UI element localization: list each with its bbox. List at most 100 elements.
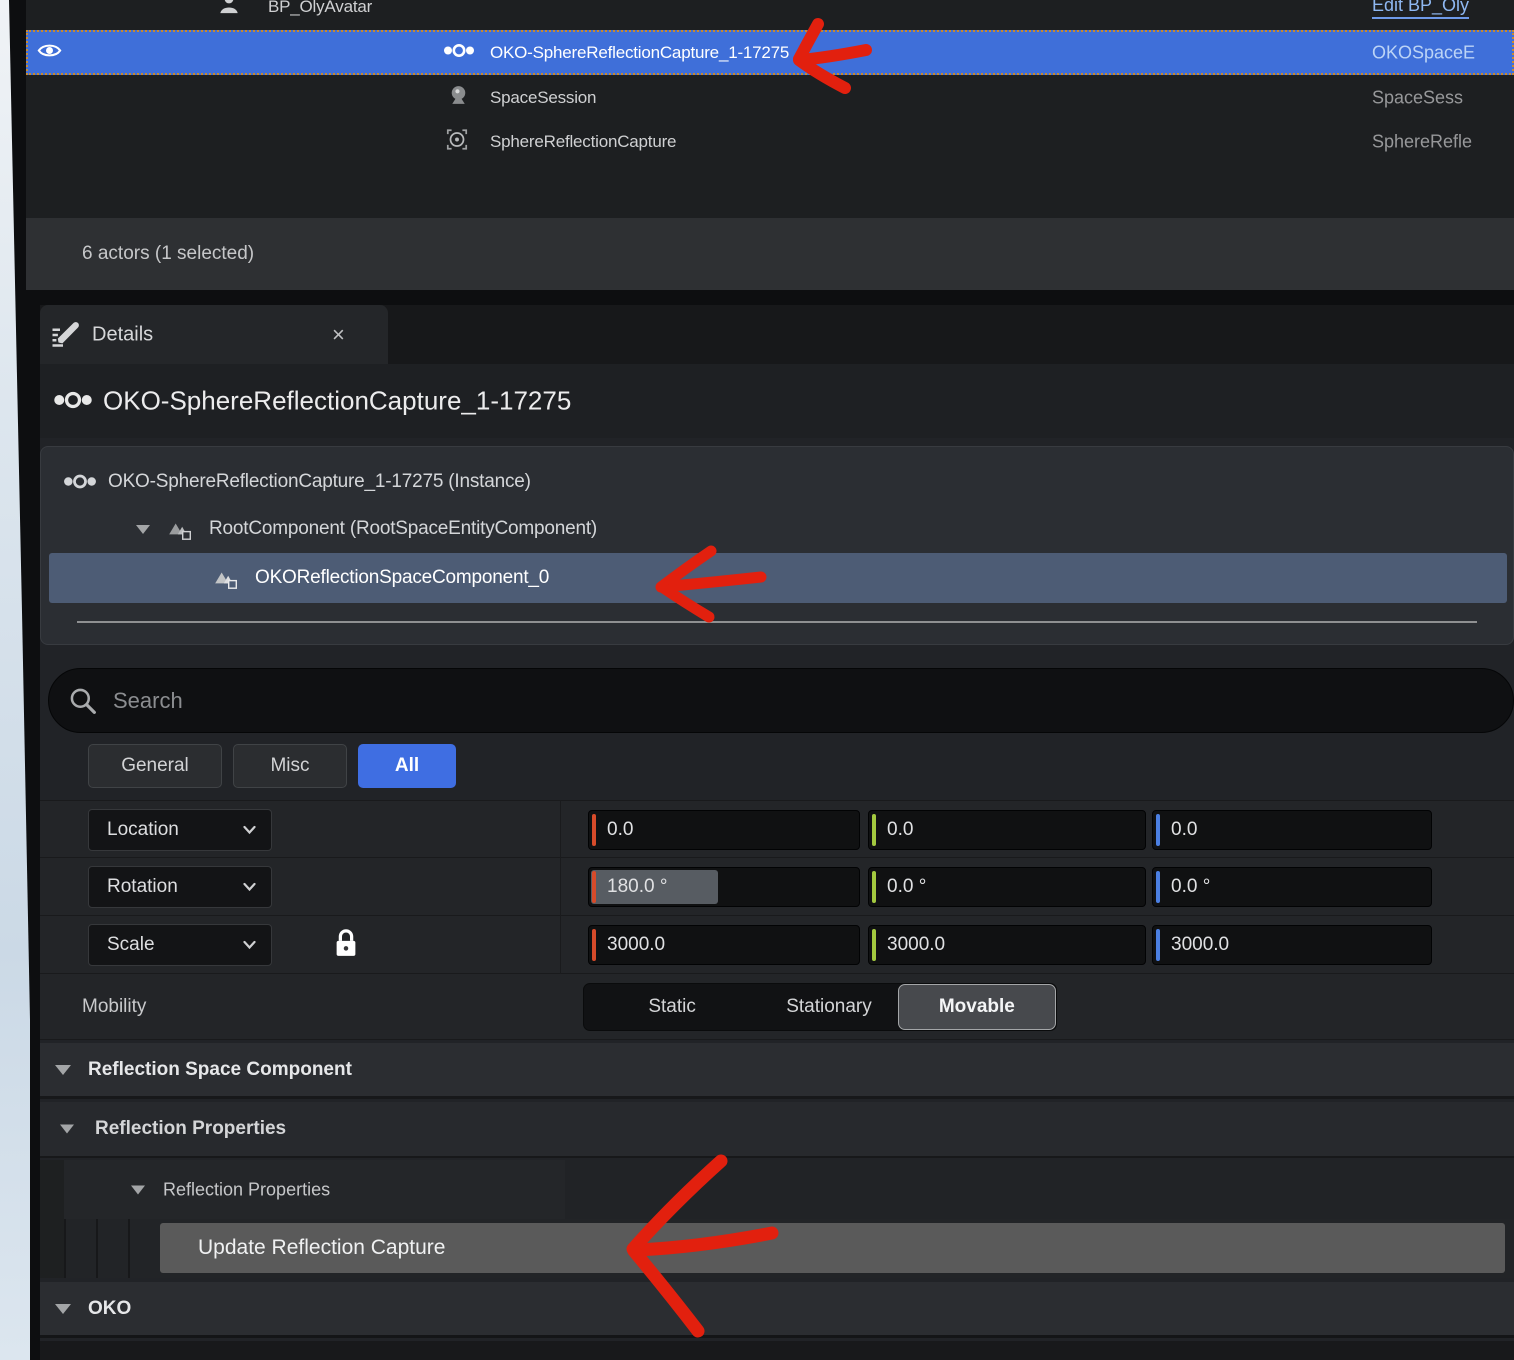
tree-item-label: OKO-SphereReflectionCapture_1-17275 (Ins… — [108, 471, 531, 493]
rotation-dropdown[interactable]: Rotation — [88, 866, 272, 908]
section-title: OKO — [88, 1298, 131, 1320]
mobility-static[interactable]: Static — [584, 984, 760, 1030]
visibility-eye-icon[interactable] — [36, 37, 63, 69]
value: 3000.0 — [1171, 934, 1229, 956]
expander-triangle-icon[interactable] — [131, 1185, 145, 1194]
location-dropdown[interactable]: Location — [88, 809, 272, 851]
outliner-row-bp-olyavatar[interactable]: BP_OlyAvatar Edit BP_Oly — [26, 0, 1514, 30]
indent-guide — [40, 1219, 64, 1278]
rotation-y-field[interactable]: 0.0 ° — [868, 867, 1146, 907]
mobility-segmented-control: Static Stationary Movable — [583, 983, 1057, 1031]
search-input[interactable] — [113, 669, 1313, 732]
property-label: Scale — [107, 934, 155, 956]
scale-y-field[interactable]: 3000.0 — [868, 925, 1146, 965]
location-y-field[interactable]: 0.0 — [868, 810, 1146, 850]
rotation-x-field[interactable]: 180.0 ° — [588, 867, 860, 907]
rotation-row: Rotation 180.0 ° 0.0 ° 0.0 ° — [40, 858, 1514, 916]
filter-general-button[interactable]: General — [88, 744, 222, 788]
component-tree: OKO-SphereReflectionCapture_1-17275 (Ins… — [40, 446, 1514, 645]
outliner-row-oko-spherereflectioncapture[interactable]: OKO-SphereReflectionCapture_1-17275 OKOS… — [26, 30, 1514, 75]
scale-dropdown[interactable]: Scale — [88, 924, 272, 966]
chevron-down-icon — [242, 882, 257, 893]
instance-link-icon — [53, 390, 93, 415]
actor-name: OKO-SphereReflectionCapture_1-17275 — [490, 43, 789, 63]
close-icon[interactable]: × — [332, 322, 345, 348]
tree-row-instance[interactable]: OKO-SphereReflectionCapture_1-17275 (Ins… — [49, 459, 1507, 505]
tab-details[interactable]: Details × — [40, 305, 388, 364]
scale-z-field[interactable]: 3000.0 — [1152, 925, 1432, 965]
expander-triangle-icon[interactable] — [55, 1065, 71, 1075]
webcam-icon — [446, 83, 471, 113]
details-pencil-icon — [48, 317, 84, 358]
edit-blueprint-link[interactable]: Edit BP_Oly — [1372, 0, 1469, 19]
actor-type[interactable]: SphereRefle — [1372, 132, 1472, 153]
tree-row-rootcomponent[interactable]: RootComponent (RootSpaceEntityComponent) — [49, 505, 1507, 553]
section-title: Reflection Space Component — [88, 1059, 352, 1081]
expander-triangle-icon[interactable] — [55, 1304, 71, 1314]
scale-row: Scale 3000.0 3000.0 3000.0 — [40, 916, 1514, 974]
z-axis-color-bar — [1156, 871, 1160, 903]
component-icon — [213, 566, 239, 597]
actor-type[interactable]: SpaceSess — [1372, 88, 1463, 109]
tab-label: Details — [92, 323, 153, 346]
x-axis-color-bar — [592, 814, 596, 846]
search-icon — [67, 685, 99, 722]
property-label: Location — [107, 819, 179, 841]
expander-triangle-icon[interactable] — [136, 525, 150, 534]
value: 180.0 ° — [607, 876, 667, 898]
rotation-z-field[interactable]: 0.0 ° — [1152, 867, 1432, 907]
x-axis-color-bar — [592, 871, 596, 903]
property-label: Reflection Properties — [163, 1179, 330, 1200]
filter-misc-button[interactable]: Misc — [233, 744, 347, 788]
location-z-field[interactable]: 0.0 — [1152, 810, 1432, 850]
value: 3000.0 — [887, 934, 945, 956]
value: 0.0 — [887, 819, 913, 841]
actor-count-text: 6 actors (1 selected) — [82, 243, 254, 265]
update-reflection-capture-button[interactable]: Update Reflection Capture — [160, 1223, 1505, 1273]
tree-item-label: RootComponent (RootSpaceEntityComponent) — [209, 518, 597, 540]
value: 0.0 — [1171, 819, 1197, 841]
section-reflection-space-component[interactable]: Reflection Space Component — [40, 1043, 1514, 1099]
indent-guide-line — [64, 1219, 66, 1278]
sphere-capture-icon — [444, 127, 470, 158]
divider — [77, 621, 1477, 623]
y-axis-color-bar — [872, 814, 876, 846]
scale-x-field[interactable]: 3000.0 — [588, 925, 860, 965]
location-x-field[interactable]: 0.0 — [588, 810, 860, 850]
tree-item-label: OKOReflectionSpaceComponent_0 — [255, 567, 549, 589]
indent-guide — [40, 1160, 64, 1219]
mobility-stationary[interactable]: Stationary — [760, 984, 897, 1030]
component-icon — [167, 517, 193, 548]
property-value-cell — [565, 1160, 1514, 1219]
location-row: Location 0.0 0.0 0.0 — [40, 800, 1514, 858]
value: 0.0 — [607, 819, 633, 841]
search-bar — [48, 668, 1514, 733]
mobility-row: Mobility Static Stationary Movable — [40, 974, 1514, 1040]
y-axis-color-bar — [872, 929, 876, 961]
section-oko[interactable]: OKO — [40, 1282, 1514, 1338]
filter-all-button[interactable]: All — [358, 744, 456, 788]
row-reflection-properties-inner[interactable]: Reflection Properties — [40, 1160, 1514, 1219]
actor-type[interactable]: OKOSpaceE — [1372, 42, 1475, 63]
mobility-movable[interactable]: Movable — [898, 984, 1056, 1030]
expander-triangle-icon[interactable] — [60, 1125, 74, 1134]
chevron-down-icon — [242, 825, 257, 836]
x-axis-color-bar — [592, 929, 596, 961]
scale-lock-icon[interactable] — [331, 927, 361, 966]
actor-name: SpaceSession — [490, 88, 596, 108]
z-axis-color-bar — [1156, 814, 1160, 846]
value: 0.0 ° — [1171, 876, 1210, 898]
tree-row-okoreflectionspacecomponent[interactable]: OKOReflectionSpaceComponent_0 — [49, 553, 1507, 603]
section-title: Reflection Properties — [95, 1118, 286, 1140]
button-label: Update Reflection Capture — [198, 1236, 445, 1260]
unreal-editor-window: BP_OlyAvatar Edit BP_Oly OKO-SphereRefle… — [0, 0, 1514, 1360]
outliner-status-bar: 6 actors (1 selected) — [26, 218, 1514, 290]
instance-link-icon — [63, 473, 97, 495]
section-reflection-properties[interactable]: Reflection Properties — [40, 1102, 1514, 1158]
panel-bottom-strip — [40, 1341, 1514, 1360]
person-icon — [216, 0, 242, 23]
details-header: OKO-SphereReflectionCapture_1-17275 — [40, 364, 1514, 438]
outliner-row-spherereflectioncapture[interactable]: SphereReflectionCapture SphereRefle — [26, 120, 1514, 164]
row-update-reflection-capture: Update Reflection Capture — [40, 1219, 1514, 1278]
outliner-row-spacesession[interactable]: SpaceSession SpaceSess — [26, 76, 1514, 120]
